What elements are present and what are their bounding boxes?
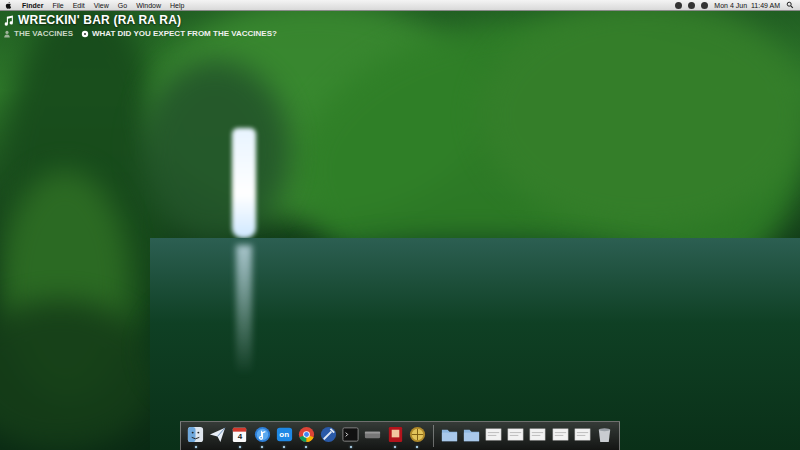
- spotlight-icon[interactable]: [786, 1, 794, 9]
- artist: THE VACCINES: [14, 29, 73, 38]
- dock-item[interactable]: [528, 423, 547, 449]
- foliage: [480, 0, 800, 230]
- apple-icon[interactable]: [5, 1, 13, 9]
- dock: 4 on: [180, 421, 620, 450]
- dock-item[interactable]: on: [275, 423, 294, 449]
- track-title: WRECKIN' BAR (RA RA RA): [18, 13, 181, 27]
- dock-item[interactable]: [550, 423, 569, 449]
- menu-item[interactable]: Edit: [73, 2, 85, 9]
- dock-item[interactable]: [253, 423, 272, 449]
- status-icon[interactable]: [675, 2, 682, 9]
- menu-item[interactable]: Help: [170, 2, 184, 9]
- running-indicator: [537, 446, 539, 448]
- document-icon: [551, 425, 570, 444]
- running-indicator: [603, 446, 605, 448]
- running-indicator: [217, 446, 219, 448]
- running-indicator: [350, 446, 352, 448]
- document-icon: [506, 425, 525, 444]
- desktop-wallpaper: [0, 0, 800, 450]
- running-indicator: [515, 446, 517, 448]
- document-icon: [484, 425, 503, 444]
- track-row: WRECKIN' BAR (RA RA RA): [3, 13, 277, 27]
- artist-album-row: THE VACCINES WHAT DID YOU EXPECT FROM THE…: [3, 29, 277, 38]
- menu-item[interactable]: Window: [136, 2, 161, 9]
- menu-item[interactable]: View: [94, 2, 109, 9]
- photobooth-icon: [386, 425, 405, 444]
- running-indicator: [195, 446, 197, 448]
- waterfall: [232, 128, 256, 238]
- running-indicator: [283, 446, 285, 448]
- status-area: Mon 4 Jun 11:49 AM: [675, 1, 794, 9]
- disc-icon: [81, 30, 89, 38]
- foliage: [140, 60, 290, 240]
- dock-item[interactable]: [319, 423, 338, 449]
- menu-item[interactable]: File: [52, 2, 63, 9]
- dock-separator: [433, 425, 434, 447]
- music-note-icon: [3, 15, 14, 26]
- dock-item[interactable]: [462, 423, 481, 449]
- running-indicator: [416, 446, 418, 448]
- dock-item[interactable]: [573, 423, 592, 449]
- dock-item[interactable]: [208, 423, 227, 449]
- dock-item[interactable]: [440, 423, 459, 449]
- running-indicator: [394, 446, 396, 448]
- clock[interactable]: Mon 4 Jun 11:49 AM: [714, 2, 780, 9]
- running-indicator: [239, 446, 241, 448]
- drive-icon: [363, 425, 382, 444]
- globe-icon: [408, 425, 427, 444]
- dock-item[interactable]: [385, 423, 404, 449]
- dock-item[interactable]: [408, 423, 427, 449]
- wifi-icon[interactable]: [688, 2, 695, 9]
- document-icon: [573, 425, 592, 444]
- finder-icon: [186, 425, 205, 444]
- dock-icon-label: 4: [230, 432, 249, 441]
- running-indicator: [559, 446, 561, 448]
- trash-icon: [595, 425, 614, 444]
- dock-item[interactable]: [186, 423, 205, 449]
- volume-icon[interactable]: [701, 2, 708, 9]
- mail-icon: [208, 425, 227, 444]
- person-icon: [3, 30, 11, 38]
- running-indicator: [448, 446, 450, 448]
- running-indicator: [581, 446, 583, 448]
- album-group: WHAT DID YOU EXPECT FROM THE VACCINES?: [81, 29, 277, 38]
- document-icon: [528, 425, 547, 444]
- terminal-icon: [341, 425, 360, 444]
- running-indicator: [328, 446, 330, 448]
- dock-item[interactable]: [341, 423, 360, 449]
- dock-item[interactable]: [363, 423, 382, 449]
- itunes-icon: [253, 425, 272, 444]
- running-indicator: [493, 446, 495, 448]
- running-indicator: [372, 446, 374, 448]
- running-indicator: [470, 446, 472, 448]
- menu-bar: Finder File Edit View Go Window Help Mon 4 Jun …: [0, 0, 800, 11]
- chrome-icon: [297, 425, 316, 444]
- dock-item[interactable]: [484, 423, 503, 449]
- running-indicator: [305, 446, 307, 448]
- artist-group: THE VACCINES: [3, 29, 73, 38]
- dock-item[interactable]: [297, 423, 316, 449]
- folder-icon: [440, 425, 459, 444]
- folder-icon: [462, 425, 481, 444]
- menu-item[interactable]: Go: [118, 2, 127, 9]
- now-playing-widget: WRECKIN' BAR (RA RA RA) THE VACCINES WHAT …: [3, 13, 277, 38]
- dock-item[interactable]: [506, 423, 525, 449]
- running-indicator: [261, 446, 263, 448]
- dock-icon-label: on: [275, 430, 294, 439]
- dock-item[interactable]: 4: [230, 423, 249, 449]
- album: WHAT DID YOU EXPECT FROM THE VACCINES?: [92, 29, 277, 38]
- xcode-icon: [319, 425, 338, 444]
- app-menu[interactable]: Finder: [22, 2, 43, 9]
- reflection: [236, 245, 252, 375]
- dock-item[interactable]: [595, 423, 614, 449]
